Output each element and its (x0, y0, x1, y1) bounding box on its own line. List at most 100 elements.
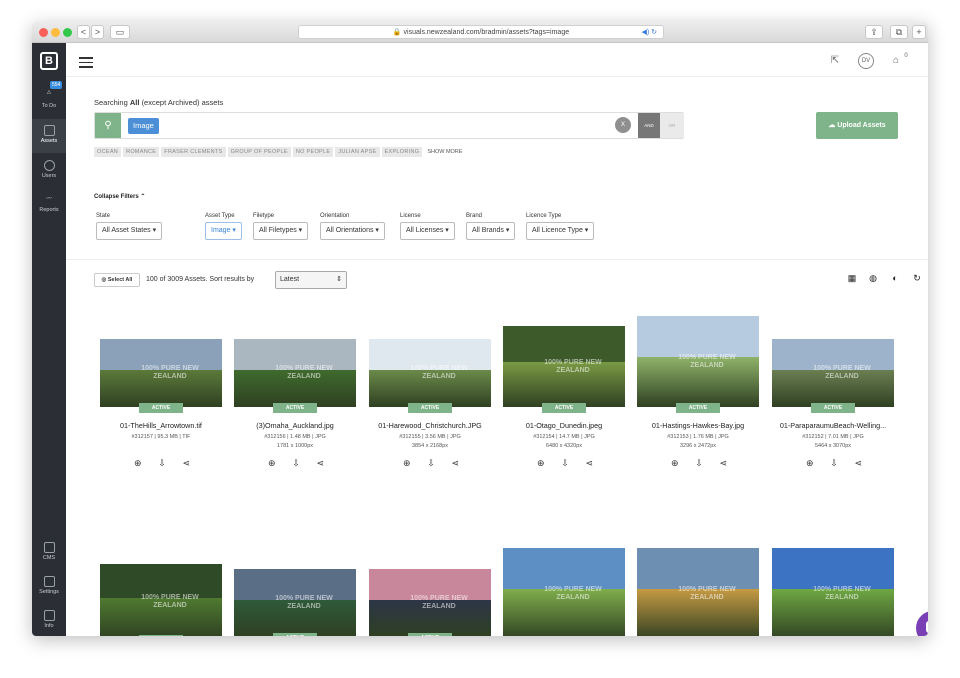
search-icon[interactable]: ⚲ (95, 113, 121, 138)
asset-card[interactable]: 100% PURE NEW ZEALANDACTIVE003-RoyalWell… (503, 548, 625, 636)
forward-button[interactable]: > (91, 25, 104, 39)
suggested-tag[interactable]: JULIAN APSE (335, 147, 380, 157)
share-icon[interactable]: ⋖ (585, 458, 593, 469)
asset-filename[interactable]: 01-TheHills_Arrowtown.tif (100, 421, 222, 430)
and-toggle[interactable]: AND (638, 113, 660, 138)
asset-thumbnail[interactable]: 100% PURE NEW ZEALAND (100, 564, 222, 636)
user-avatar[interactable]: DV (858, 53, 874, 69)
asset-card[interactable]: 100% PURE NEW ZEALAND ACTIVE (3)Omaha_Auck… (234, 339, 356, 469)
contrast-icon[interactable]: ◐ (890, 273, 900, 283)
asset-filename[interactable]: (3)Omaha_Auckland.jpg (234, 421, 356, 430)
sidebar-item-settings[interactable]: Settings (32, 571, 66, 603)
licence-type-select[interactable]: All Licence Type ▾ (526, 222, 595, 240)
share-icon[interactable]: ⋖ (316, 458, 324, 469)
suggested-tag[interactable]: ROMANCE (123, 147, 160, 157)
add-icon[interactable]: ⊕ (403, 458, 411, 469)
sidebar-item-users[interactable]: Users (32, 155, 66, 187)
add-icon[interactable]: ⊕ (806, 458, 814, 469)
asset-card[interactable]: 100% PURE NEW ZEALAND ACTIVE 01-Paraparaum… (772, 339, 894, 469)
asset-card[interactable]: 100% PURE NEW ZEALANDACTIVE04-GulfHarbou… (369, 564, 491, 636)
address-bar[interactable]: 🔒 visuals.newzealand.com/bradmin/assets?… (298, 25, 664, 39)
add-icon[interactable]: ⊕ (671, 458, 679, 469)
asset-filename[interactable]: 01-ParaparaumuBeach-Welling... (772, 421, 894, 430)
license-select[interactable]: All Licenses ▾ (400, 222, 455, 240)
share-icon[interactable]: ⋖ (182, 458, 190, 469)
minimize-window-button[interactable] (51, 28, 60, 37)
add-icon[interactable]: ⊕ (268, 458, 276, 469)
asset-thumbnail[interactable]: 100% PURE NEW ZEALAND (503, 326, 625, 407)
asset-thumbnail[interactable]: 100% PURE NEW ZEALAND (369, 569, 491, 636)
filetype-select[interactable]: All Filetypes ▾ (253, 222, 309, 240)
suggested-tag[interactable]: FRASER CLEMENTS (161, 147, 226, 157)
tabs-icon[interactable]: ⧉ (890, 25, 908, 39)
asset-thumbnail[interactable]: 100% PURE NEW ZEALAND (234, 569, 356, 636)
upload-assets-button[interactable]: ☁ Upload Assets (816, 112, 898, 139)
asset-filename[interactable]: 01-Hastings-Hawkes-Bay.jpg (637, 421, 759, 430)
asset-filename[interactable]: 01-Harewood_Christchurch.JPG (369, 421, 491, 430)
download-icon[interactable]: ⇩ (695, 458, 703, 469)
sidebar-item-cms[interactable]: CMS (32, 537, 66, 569)
asset-thumbnail[interactable]: 100% PURE NEW ZEALAND (503, 548, 625, 636)
sidebar-item-reports[interactable]: 〰 Reports (32, 189, 66, 221)
close-window-button[interactable] (39, 28, 48, 37)
orientation-select[interactable]: All Orientations ▾ (320, 222, 385, 240)
download-icon[interactable]: ⇩ (292, 458, 300, 469)
share-icon[interactable]: ⋖ (719, 458, 727, 469)
external-link-icon[interactable]: ⇱ (827, 53, 843, 69)
or-toggle[interactable]: OR (660, 113, 684, 138)
asset-thumbnail[interactable]: 100% PURE NEW ZEALAND (234, 339, 356, 407)
asset-filename[interactable]: 01-Otago_Dunedin.jpeg (503, 421, 625, 430)
suggested-tag[interactable]: OCEAN (94, 147, 122, 157)
asset-thumbnail[interactable]: 100% PURE NEW ZEALAND (637, 316, 759, 407)
color-filter-icon[interactable]: ◍ (868, 273, 878, 283)
asset-thumbnail[interactable]: 100% PURE NEW ZEALAND (369, 339, 491, 407)
download-icon[interactable]: ⇩ (830, 458, 838, 469)
asset-thumbnail[interactable]: 100% PURE NEW ZEALAND (637, 548, 759, 636)
share-icon[interactable]: ⋖ (854, 458, 862, 469)
share-icon[interactable]: ⇪ (865, 25, 883, 39)
grid-view-icon[interactable]: ▦ (847, 273, 857, 283)
suggested-tag[interactable]: EXPLORING (381, 147, 423, 157)
zoom-window-button[interactable] (63, 28, 72, 37)
clear-search-button[interactable]: X (615, 117, 631, 133)
share-icon[interactable]: ⋖ (451, 458, 459, 469)
asset-type-select[interactable]: Image ▾ (205, 222, 242, 240)
search-tag-chip[interactable]: Image (128, 118, 159, 134)
asset-card[interactable]: 100% PURE NEW ZEALAND ACTIVE 01-TheHills_A… (100, 339, 222, 469)
brand-logo[interactable]: B (40, 52, 58, 70)
asset-thumbnail[interactable]: 100% PURE NEW ZEALAND (772, 339, 894, 407)
add-icon[interactable]: ⊕ (134, 458, 142, 469)
download-icon[interactable]: ⇩ (427, 458, 435, 469)
new-tab-icon[interactable]: + (912, 25, 926, 39)
asset-card[interactable]: 100% PURE NEW ZEALANDACTIVE08-Millbrook_… (637, 548, 759, 636)
collapse-filters-toggle[interactable]: Collapse Filters ⌃ (94, 193, 145, 200)
suggested-tag[interactable]: NO PEOPLE (292, 147, 334, 157)
asset-card[interactable]: 100% PURE NEW ZEALAND ACTIVE 01-Otago_Dune… (503, 326, 625, 469)
download-icon[interactable]: ⇩ (561, 458, 569, 469)
asset-card[interactable]: 100% PURE NEW ZEALAND ACTIVE 01-Hastings-H… (637, 316, 759, 469)
state-select[interactable]: All Asset States ▾ (96, 222, 163, 240)
search-bar[interactable]: ⚲ Image X AND OR (94, 112, 684, 139)
asset-card[interactable]: 100% PURE NEW ZEALANDACTIVE02-Paraparaum… (234, 564, 356, 636)
brand-select[interactable]: All Brands ▾ (466, 222, 516, 240)
asset-card[interactable]: 100% PURE NEW ZEALANDACTIVE13-Millbrook_… (772, 548, 894, 636)
download-icon[interactable]: ⇩ (158, 458, 166, 469)
sidebar-toggle-icon[interactable]: ▭ (110, 25, 130, 39)
sidebar-item-assets[interactable]: Assets (32, 119, 66, 153)
sidebar-item-todo[interactable]: ⚠ 554 To Do (32, 81, 66, 117)
asset-thumbnail[interactable]: 100% PURE NEW ZEALAND (100, 339, 222, 407)
suggested-tag[interactable]: GROUP OF PEOPLE (227, 147, 291, 157)
sort-select[interactable]: Latest ⇕ (275, 271, 347, 289)
select-all-button[interactable]: ◎ Select All (94, 273, 140, 287)
back-button[interactable]: < (77, 25, 90, 39)
reload-icon[interactable]: ◀) ↻ (641, 26, 657, 39)
refresh-icon[interactable]: ↻ (912, 273, 922, 283)
add-icon[interactable]: ⊕ (537, 458, 545, 469)
menu-icon[interactable] (79, 57, 93, 71)
sidebar-item-info[interactable]: Info (32, 605, 66, 635)
asset-thumbnail[interactable]: 100% PURE NEW ZEALAND (772, 548, 894, 636)
show-more-link[interactable]: SHOW MORE (424, 147, 465, 157)
chat-support-button[interactable] (916, 611, 928, 636)
asset-card[interactable]: 100% PURE NEW ZEALAND ACTIVE 01-Harewood_C… (369, 339, 491, 469)
asset-card[interactable]: 100% PURE NEW ZEALANDACTIVE02-Otago_Dune… (100, 564, 222, 636)
